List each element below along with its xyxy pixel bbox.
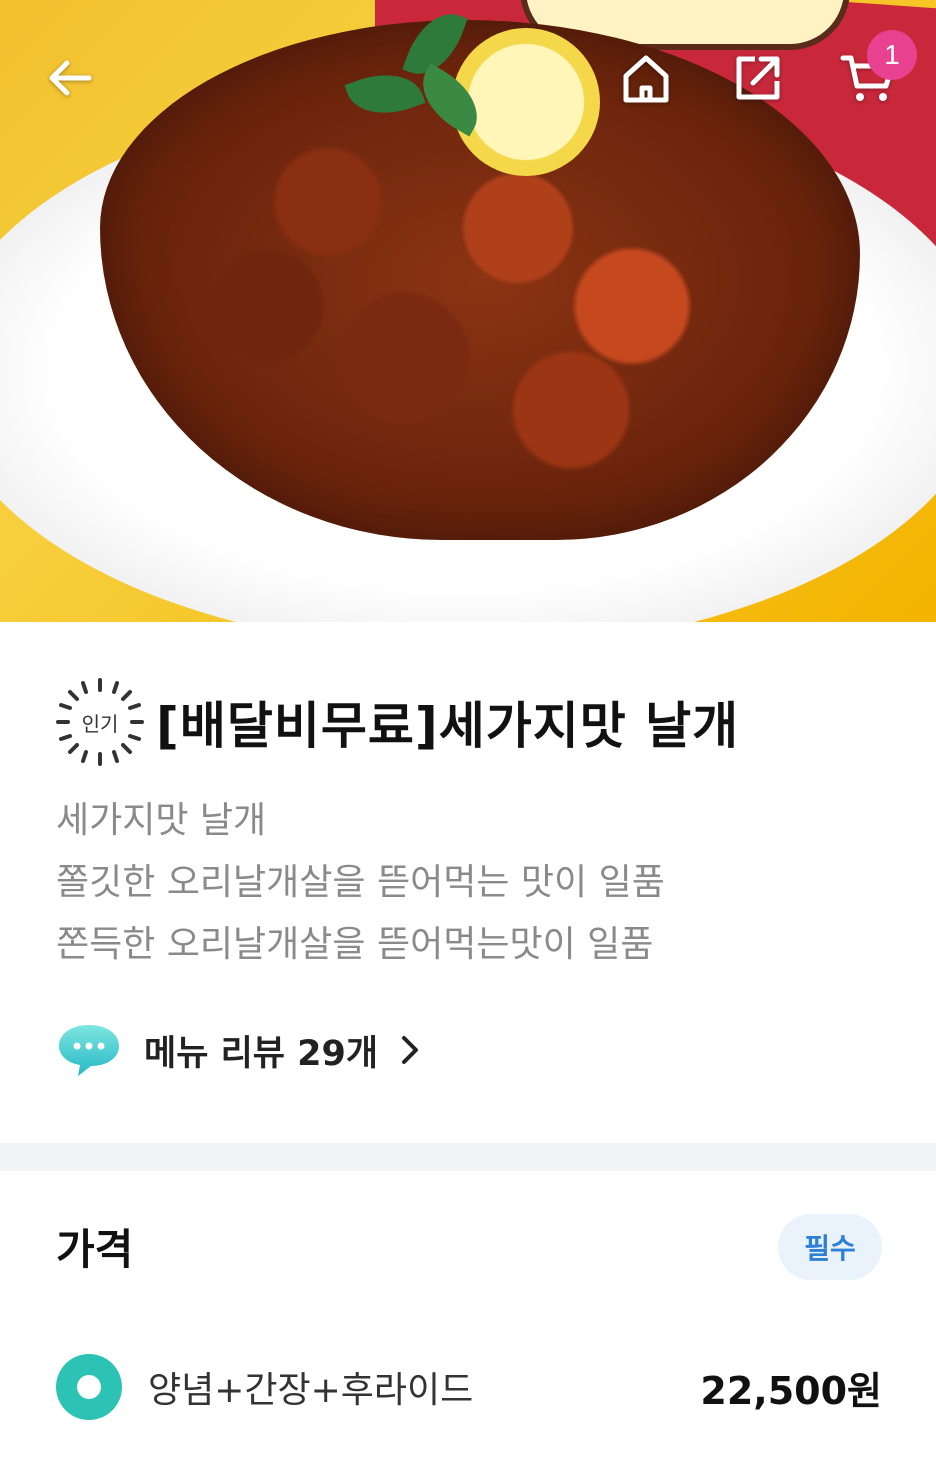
back-arrow-icon	[49, 60, 92, 96]
required-badge: 필수	[778, 1214, 882, 1280]
cart-count-badge: 1	[867, 30, 917, 80]
lemon-slice-image	[452, 28, 600, 176]
radio-selected[interactable]	[56, 1354, 122, 1420]
section-divider	[0, 1143, 936, 1171]
speech-bubble-icon	[59, 1025, 119, 1076]
price-section-title: 가격	[56, 1225, 134, 1274]
review-link-label: 메뉴 리뷰 29개	[144, 1033, 379, 1074]
price-option-row[interactable]: 양념+간장+후라이드 22,500원	[56, 1352, 882, 1422]
menu-hero-image	[0, 0, 936, 622]
option-price: 22,500원	[700, 1368, 882, 1413]
menu-title-row: 인기 [배달비무료]세가지맛 날개	[54, 676, 739, 768]
description-line: 쫄깃한 오리날개살을 뜯어먹는 맛이 일품	[56, 862, 665, 903]
share-icon	[736, 56, 780, 100]
chevron-right-icon	[402, 1036, 419, 1064]
option-label: 양념+간장+후라이드	[148, 1370, 474, 1411]
back-button[interactable]	[38, 46, 102, 110]
popular-badge-label: 인기	[81, 711, 119, 736]
menu-review-link[interactable]: 메뉴 리뷰 29개	[56, 1022, 420, 1078]
menu-title: [배달비무료]세가지맛 날개	[156, 697, 740, 755]
description-line: 세가지맛 날개	[56, 800, 267, 841]
home-button[interactable]	[614, 46, 678, 110]
description-line: 쫀득한 오리날개살을 뜯어먹는맛이 일품	[56, 924, 654, 965]
home-icon	[623, 55, 669, 103]
share-button[interactable]	[726, 46, 790, 110]
menu-description: 세가지맛 날개 쫄깃한 오리날개살을 뜯어먹는 맛이 일품 쫀득한 오리날개살을…	[56, 790, 665, 976]
popular-badge: 인기	[54, 676, 146, 768]
